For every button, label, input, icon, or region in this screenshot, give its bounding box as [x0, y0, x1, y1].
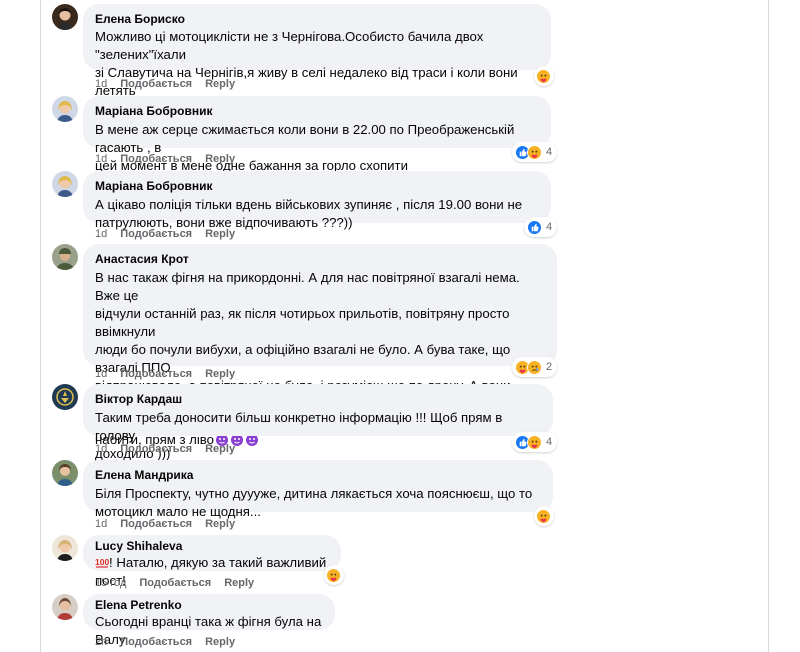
avatar[interactable] [52, 535, 78, 561]
like-link[interactable]: Подобається [120, 518, 192, 530]
reaction-summary[interactable] [534, 506, 554, 526]
care-reaction-icon [536, 68, 551, 84]
hundred-points-emoji-icon: 100 [95, 555, 109, 569]
avatar[interactable] [52, 171, 78, 197]
reply-link[interactable]: Reply [205, 636, 235, 648]
comment-author[interactable]: Lucy Shihaleva [95, 538, 329, 554]
like-link[interactable]: Подобається [120, 636, 192, 648]
woman-outdoor-avatar-icon [52, 460, 78, 486]
comment-bubble: Маріана Бобровник А цікаво поліція тільк… [83, 171, 551, 230]
comment-actions: 1d Подобається Reply [95, 442, 248, 456]
reply-link[interactable]: Reply [205, 228, 235, 240]
comment-time[interactable]: 1d [95, 368, 107, 380]
reply-link[interactable]: Reply [205, 153, 235, 165]
reaction-summary[interactable] [534, 66, 554, 86]
man-military-avatar-icon [52, 244, 78, 270]
reaction-summary[interactable]: 4 [512, 432, 558, 452]
woman-blonde-avatar-icon [52, 535, 78, 561]
comment-bubble: Елена Бориско Можливо ці мотоциклісти не… [83, 4, 551, 134]
comment-time[interactable]: 1d [95, 153, 107, 165]
woman-dark-hair-avatar-icon [52, 4, 78, 30]
comment-author[interactable]: Маріана Бобровник [95, 178, 539, 194]
like-link[interactable]: Подобається [120, 78, 192, 90]
comment-bubble: Lucy Shihaleva 100! Наталю, дякую за так… [83, 535, 341, 588]
like-link[interactable]: Подобається [120, 228, 192, 240]
comment-author[interactable]: Анастасия Крот [95, 251, 545, 267]
svg-text:100: 100 [95, 557, 109, 567]
comment-author[interactable]: Elena Petrenko [95, 597, 323, 613]
like-reaction-icon [527, 219, 542, 235]
comment-actions: 15 год Подобається Reply [95, 576, 267, 590]
woman-blonde-avatar-icon [52, 96, 78, 122]
reaction-count: 4 [546, 221, 553, 233]
comment-actions: 2h Подобається Reply [95, 635, 248, 649]
care-reaction-icon [527, 434, 542, 450]
reaction-count: 4 [546, 436, 553, 448]
like-link[interactable]: Подобається [139, 577, 211, 589]
comment-actions: 1d Подобається Reply [95, 367, 248, 381]
reaction-summary[interactable] [324, 565, 344, 585]
reply-link[interactable]: Reply [205, 443, 235, 455]
comment-bubble: Маріана Бобровник В мене аж серце сжимає… [83, 96, 551, 173]
reply-link[interactable]: Reply [205, 368, 235, 380]
comment-actions: 1d Подобається Reply [95, 227, 248, 241]
reaction-summary[interactable]: 4 [524, 217, 558, 237]
avatar[interactable] [52, 244, 78, 270]
like-link[interactable]: Подобається [120, 153, 192, 165]
comment-bubble: Elena Petrenko Сьогодні вранці така ж фі… [83, 594, 335, 647]
woman-dark-hair-avatar-icon [52, 594, 78, 620]
avatar[interactable] [52, 460, 78, 486]
comment-author[interactable]: Маріана Бобровник [95, 103, 539, 119]
comment-bubble: Віктор Кардаш Таким треба доносити більш… [83, 384, 553, 461]
comment-bubble: Елена Мандрика Біля Проспекту, чутно дуу… [83, 460, 553, 519]
avatar[interactable] [52, 594, 78, 620]
like-link[interactable]: Подобається [120, 368, 192, 380]
comment-actions: 1d Подобається Reply [95, 152, 248, 166]
comment-time[interactable]: 2h [95, 636, 107, 648]
reply-link[interactable]: Reply [224, 577, 254, 589]
reaction-summary[interactable]: 4 [512, 142, 558, 162]
care-reaction-icon [536, 508, 551, 524]
comment-author[interactable]: Віктор Кардаш [95, 391, 541, 407]
care-reaction-icon [527, 144, 542, 160]
comment-text: В мене аж серце сжимається коли вони в 2… [95, 122, 515, 173]
comment-author[interactable]: Елена Мандрика [95, 467, 541, 483]
comment-actions: 1d Подобається Reply [95, 77, 248, 91]
comment-time[interactable]: 1d [95, 443, 107, 455]
sad-reaction-icon [527, 359, 542, 375]
woman-blonde-avatar-icon [52, 171, 78, 197]
care-reaction-icon [326, 567, 341, 583]
emblem-avatar-icon [52, 384, 78, 410]
comment-time[interactable]: 1d [95, 518, 107, 530]
reaction-count: 4 [546, 146, 553, 158]
right-divider [768, 0, 769, 652]
avatar[interactable] [52, 4, 78, 30]
reaction-count: 2 [546, 361, 553, 373]
like-link[interactable]: Подобається [120, 443, 192, 455]
comment-actions: 1d Подобається Reply [95, 517, 248, 531]
reply-link[interactable]: Reply [205, 78, 235, 90]
left-divider [40, 0, 41, 652]
comment-time[interactable]: 15 год [95, 577, 126, 589]
reaction-summary[interactable]: 2 [512, 357, 558, 377]
comment-author[interactable]: Елена Бориско [95, 11, 539, 27]
reply-link[interactable]: Reply [205, 518, 235, 530]
comment-bubble: Анастасия Крот В нас такаж фігня на прик… [83, 244, 557, 447]
avatar[interactable] [52, 96, 78, 122]
comment-time[interactable]: 1d [95, 228, 107, 240]
avatar[interactable] [52, 384, 78, 410]
comment-time[interactable]: 1d [95, 78, 107, 90]
comment-text: Біля Проспекту, чутно дуууже, дитина ляк… [95, 486, 533, 519]
